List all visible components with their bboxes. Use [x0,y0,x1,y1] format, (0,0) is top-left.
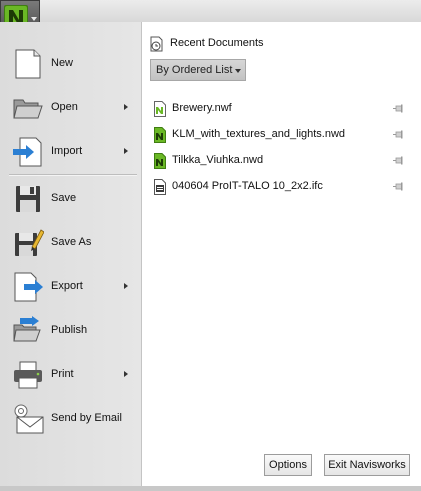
menu-item-new[interactable]: New [0,42,141,86]
menu-item-send-by-email[interactable]: Send by Email [0,397,141,441]
menu-item-label: Publish [51,324,88,336]
chevron-right-icon [124,283,128,289]
menu-item-export[interactable]: Export [0,265,141,309]
bottom-border [0,486,421,491]
recent-document-name: KLM_with_textures_and_lights.nwd [172,128,346,140]
menu-item-label: Save As [51,236,92,248]
menu-item-save-as[interactable]: Save As [0,221,141,265]
export-icon [14,272,43,302]
menu-item-label: Open [51,101,78,113]
recent-document-item[interactable]: Tilkka_Viuhka.nwd [154,152,416,170]
save-as-icon [15,229,44,256]
title-bar [0,0,421,23]
recent-documents-icon [150,36,163,52]
nwf-file-icon [154,101,166,117]
menu-divider [9,174,137,176]
options-button[interactable]: Options [264,454,312,476]
application-menu: New Open Import Save Save As Export Publ… [0,0,421,491]
menu-item-label: Print [51,368,74,380]
menu-item-label: Import [51,145,83,157]
recent-documents-title: Recent Documents [170,37,264,49]
email-icon [14,404,44,434]
sort-order-label: By Ordered List [156,64,233,76]
publish-icon [13,316,41,342]
menu-item-open[interactable]: Open [0,86,141,130]
menu-item-save[interactable]: Save [0,177,141,221]
recent-document-name: Tilkka_Viuhka.nwd [172,154,264,166]
pin-icon[interactable] [393,104,405,113]
recent-documents-panel: Recent Documents By Ordered List Brewery… [142,22,421,486]
new-document-icon [15,49,41,79]
nwd-file-icon [154,127,166,143]
pin-icon[interactable] [393,156,405,165]
menu-item-label: New [51,57,74,69]
floppy-disk-icon [16,186,40,212]
menu-item-label: Save [51,192,77,204]
menu-item-print[interactable]: Print [0,353,141,397]
chevron-down-icon [31,17,37,21]
chevron-down-icon [235,69,241,73]
menu-item-import[interactable]: Import [0,130,141,174]
recent-document-name: Brewery.nwf [172,102,232,114]
chevron-right-icon [124,371,128,377]
sort-order-dropdown[interactable]: By Ordered List [150,59,246,81]
chevron-right-icon [124,148,128,154]
import-icon [13,137,42,167]
menu-item-label: Send by Email [51,412,122,424]
recent-document-name: 040604 ProIT-TALO 10_2x2.ifc [172,180,323,192]
ifc-file-icon [154,179,166,195]
chevron-right-icon [124,104,128,110]
folder-open-icon [13,99,43,119]
printer-icon [14,361,42,389]
recent-document-item[interactable]: KLM_with_textures_and_lights.nwd [154,126,416,144]
menu-item-label: Export [51,280,83,292]
nwd-file-icon [154,153,166,169]
menu-item-publish[interactable]: Publish [0,309,141,353]
menu-column: New Open Import Save Save As Export Publ… [0,22,142,486]
pin-icon[interactable] [393,130,405,139]
exit-navisworks-button[interactable]: Exit Navisworks [324,454,410,476]
pin-icon[interactable] [393,182,405,191]
recent-document-item[interactable]: Brewery.nwf [154,100,416,118]
recent-document-item[interactable]: 040604 ProIT-TALO 10_2x2.ifc [154,178,416,196]
